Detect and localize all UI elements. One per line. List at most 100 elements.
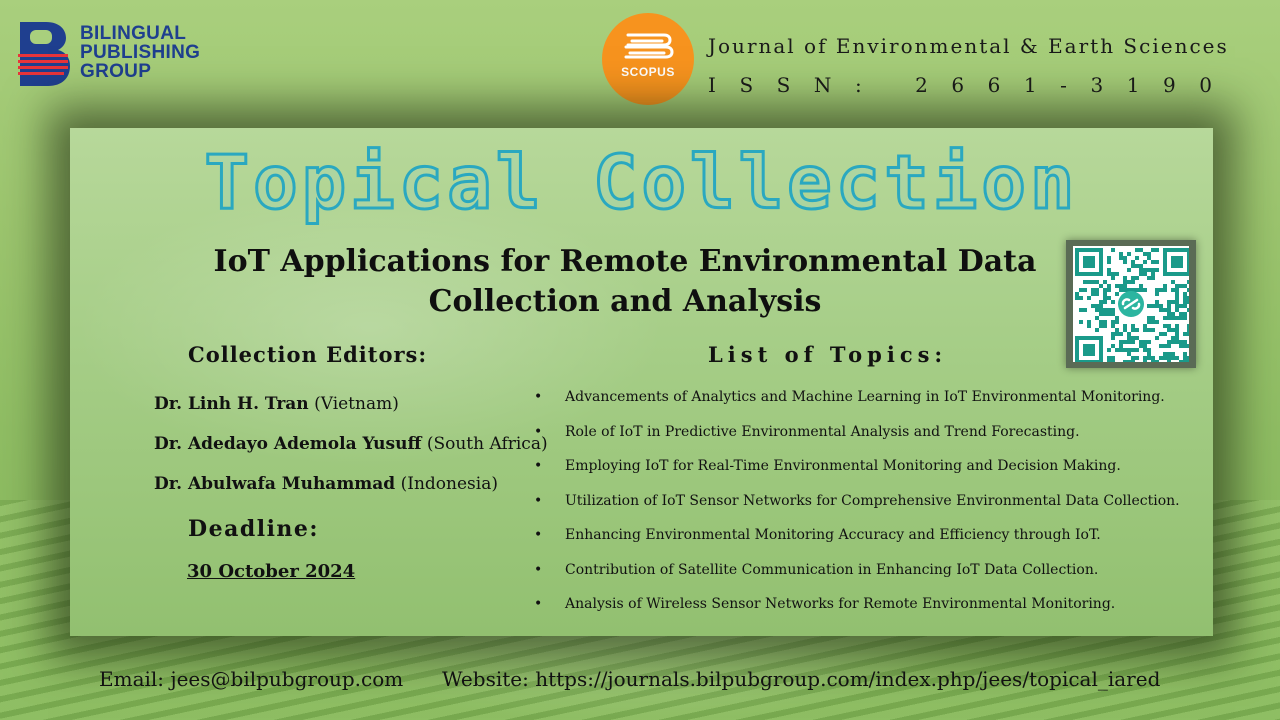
qr-module [1119,284,1123,288]
qr-code[interactable] [1066,240,1196,368]
qr-module [1111,336,1115,340]
issn-char: S [776,73,791,97]
qr-module [1171,280,1175,284]
issn-char: - [1060,73,1067,97]
qr-module [1131,356,1135,360]
issn-char: 1 [1126,73,1140,97]
editor-item: Dr. Adedayo Ademola Yusuff (South Africa… [154,434,548,454]
qr-module [1111,272,1115,276]
qr-module [1115,272,1119,276]
qr-code-image [1073,246,1191,364]
qr-module [1083,308,1087,312]
list-item: • Utilization of IoT Sensor Networks for … [534,491,1180,526]
qr-module [1111,332,1115,336]
qr-module [1147,268,1151,272]
qr-module [1083,288,1087,292]
qr-module [1183,292,1187,296]
editors-heading: Collection Editors: [188,342,428,367]
qr-module [1159,332,1163,336]
qr-module [1155,300,1159,304]
qr-module [1167,340,1171,344]
qr-module [1147,316,1151,320]
qr-module [1123,348,1127,352]
collection-subtitle: IoT Applications for Remote Environmenta… [213,244,1037,319]
bullet-icon: • [534,561,543,578]
qr-module [1167,304,1171,308]
qr-module [1183,284,1187,288]
qr-module [1131,276,1135,280]
qr-module [1115,348,1119,352]
issn-char: 3 [1090,73,1104,97]
qr-module [1131,264,1135,268]
qr-module [1143,268,1147,272]
qr-module [1087,280,1091,284]
qr-module [1079,296,1083,300]
qr-module [1123,276,1127,280]
qr-module [1095,308,1099,312]
qr-module [1107,256,1111,260]
qr-module [1123,360,1127,364]
journal-name: Journal of Environmental & Earth Science… [708,34,1229,58]
qr-module [1163,308,1167,312]
qr-module [1143,356,1147,360]
qr-module [1151,272,1155,276]
qr-module [1163,352,1167,356]
issn-char: : [854,73,862,97]
qr-module [1119,252,1123,256]
qr-module [1167,344,1171,348]
footer-website[interactable]: Website: https://journals.bilpubgroup.co… [442,667,1160,691]
qr-module [1103,280,1107,284]
qr-module [1107,312,1111,316]
qr-module [1131,340,1135,344]
qr-module [1175,300,1179,304]
book-stack-icon [624,33,674,59]
qr-module [1107,288,1111,292]
qr-module [1131,328,1135,332]
qr-module [1143,272,1147,276]
qr-module [1111,324,1115,328]
qr-module [1183,340,1187,344]
qr-module [1167,360,1171,364]
qr-module [1163,356,1167,360]
footer-email[interactable]: Email: jees@bilpubgroup.com [99,667,403,691]
qr-module [1179,284,1183,288]
qr-module [1143,324,1147,328]
qr-module [1111,248,1115,252]
qr-finder [1083,256,1095,268]
qr-module [1143,348,1147,352]
qr-module [1143,360,1147,364]
topic-text: Utilization of IoT Sensor Networks for C… [565,492,1180,509]
bullet-icon: • [534,596,543,612]
qr-module [1183,344,1187,348]
qr-module [1171,312,1175,316]
editor-name: Dr. Abulwafa Muhammad [154,474,396,494]
qr-module [1171,336,1175,340]
qr-module [1159,344,1163,348]
qr-module [1151,356,1155,360]
topic-text: Analysis of Wireless Sensor Networks for… [565,596,1116,612]
qr-module [1127,268,1131,272]
qr-module [1099,312,1103,316]
qr-module [1111,276,1115,280]
qr-module [1131,260,1135,264]
qr-module [1107,284,1111,288]
qr-module [1123,260,1127,264]
qr-module [1091,288,1095,292]
qr-module [1187,280,1191,284]
editor-item: Dr. Linh H. Tran (Vietnam) [154,394,399,414]
qr-module [1139,248,1143,252]
qr-module [1163,332,1167,336]
qr-module [1187,300,1191,304]
qr-module [1115,332,1119,336]
qr-module [1087,320,1091,324]
qr-module [1139,344,1143,348]
bullet-icon: • [534,492,543,509]
qr-module [1095,292,1099,296]
scopus-label: SCOPUS [621,65,675,79]
qr-module [1187,356,1191,360]
qr-module [1135,328,1139,332]
qr-module [1143,288,1147,292]
qr-module [1135,256,1139,260]
qr-module [1135,248,1139,252]
qr-module [1139,272,1143,276]
